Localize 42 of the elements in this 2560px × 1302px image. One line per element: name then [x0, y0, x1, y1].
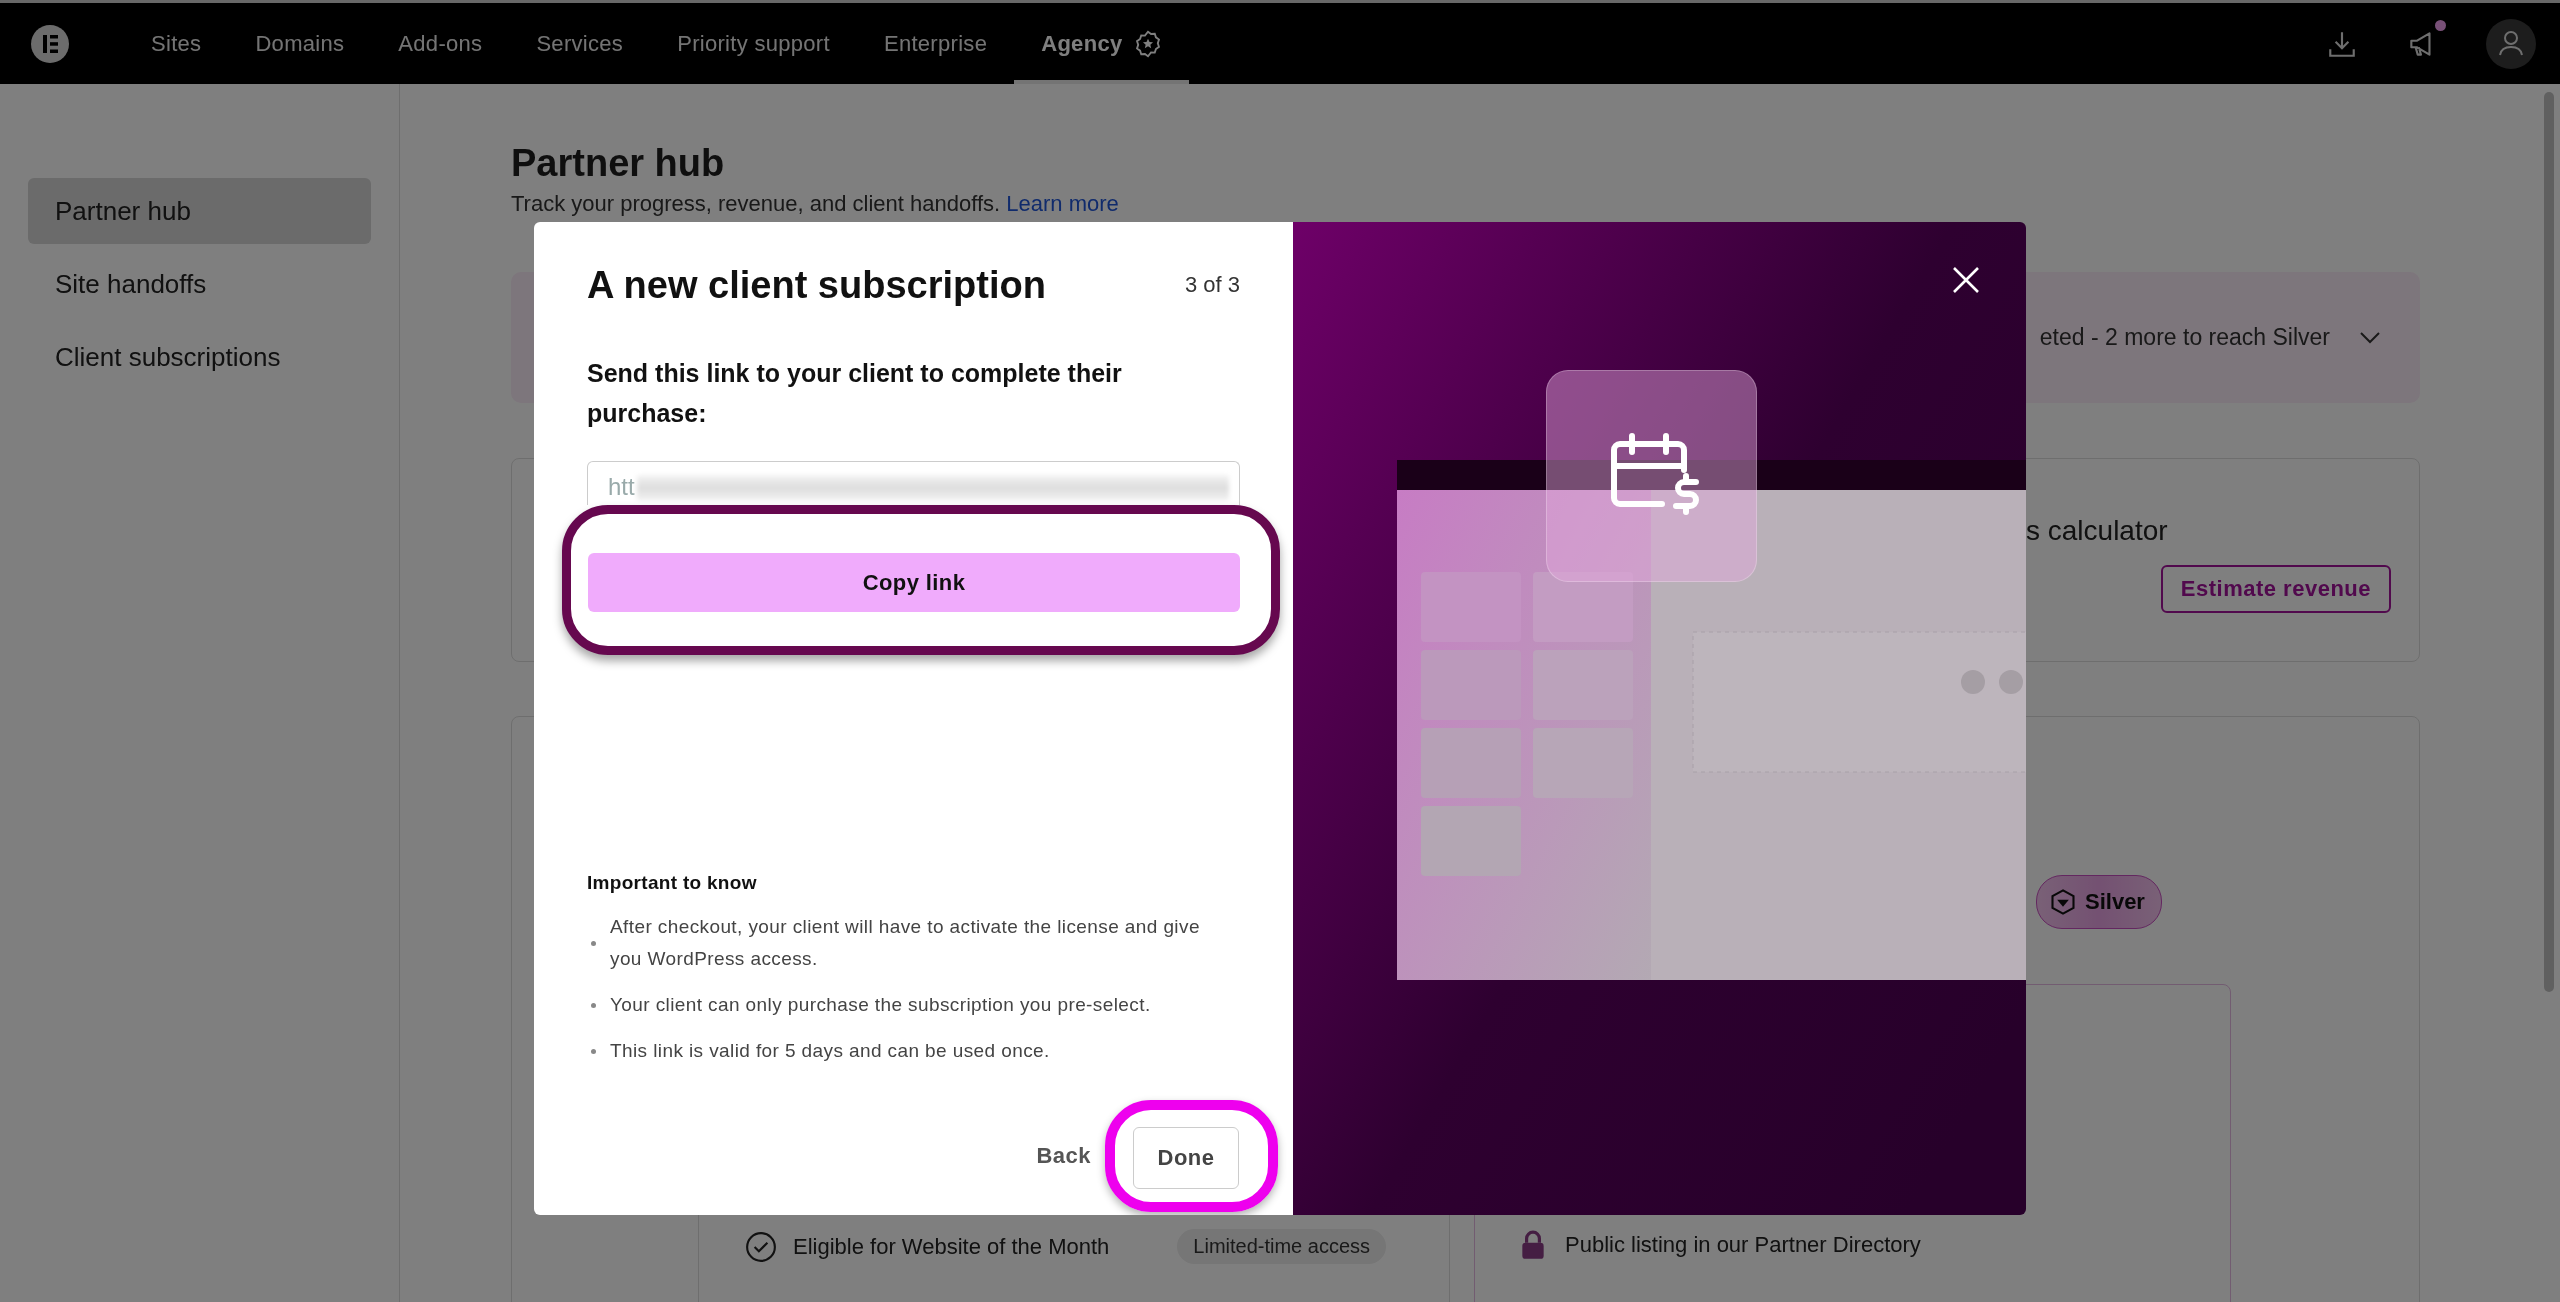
step-counter: 3 of 3	[1184, 272, 1240, 298]
check-circle-icon	[745, 1230, 777, 1263]
gem-icon	[2049, 888, 2077, 916]
benefit-text: Eligible for Website of the Month	[793, 1233, 1110, 1260]
bullet-icon	[591, 940, 596, 946]
done-button[interactable]: Done	[1133, 1127, 1239, 1189]
nav-tab[interactable]: Enterprise	[856, 3, 1015, 84]
notes-heading: Important to know	[587, 871, 758, 895]
modal-title: A new client subscription	[587, 263, 1046, 308]
note-text: This link is valid for 5 days and can be used once.	[610, 1039, 1050, 1063]
bullet-icon	[591, 1002, 596, 1008]
tier-badge: Silver	[2036, 875, 2162, 929]
nav-tab[interactable]: Domains	[228, 3, 372, 84]
copy-link-button[interactable]: Copy link	[588, 553, 1240, 612]
page-subtitle: Track your progress, revenue, and client handoffs.	[511, 191, 1001, 216]
instruction-text: Send this link to your client to complete their purchase:	[587, 358, 1123, 429]
note-text: Your client can only purchase the subscription you pre-select.	[610, 993, 1151, 1017]
nav-tab[interactable]: Add-ons	[371, 3, 510, 84]
estimate-revenue-button[interactable]: Estimate revenue	[2160, 565, 2391, 613]
scrollbar-thumb[interactable]	[2544, 92, 2554, 992]
learn-more-link[interactable]: Learn more	[1006, 191, 1119, 216]
card-title: s calculator	[2026, 514, 2169, 548]
sidebar-item[interactable]: Client subscriptions	[28, 324, 371, 390]
chevron-down-icon[interactable]	[2360, 331, 2380, 344]
link-field[interactable]: htt	[587, 461, 1240, 505]
star-badge-icon	[1134, 29, 1163, 58]
page-title: Partner hub	[511, 141, 726, 186]
avatar-icon[interactable]	[2486, 18, 2536, 69]
nav-tab[interactable]: Agency	[1014, 3, 1190, 84]
nav-tab[interactable]: Priority support	[650, 3, 857, 84]
back-button[interactable]: Back	[1036, 1143, 1091, 1169]
nav-tab[interactable]: Services	[509, 3, 651, 84]
benefit-text: Public listing in our Partner Directory	[1565, 1232, 1921, 1258]
nav-tab[interactable]: Sites	[124, 3, 229, 84]
progress-text: eted - 2 more to reach Silver	[2039, 324, 2330, 351]
close-icon[interactable]	[1952, 266, 1980, 294]
bullet-icon	[591, 1048, 596, 1054]
sidebar-item[interactable]: Partner hub	[28, 178, 371, 244]
logo-icon[interactable]	[30, 23, 70, 64]
benefit-tag: Limited-time access	[1177, 1229, 1387, 1264]
sidebar-item[interactable]: Site handoffs	[28, 251, 371, 317]
note-text: After checkout, your client will have to activate the license and give you WordPress access.	[610, 915, 1201, 971]
